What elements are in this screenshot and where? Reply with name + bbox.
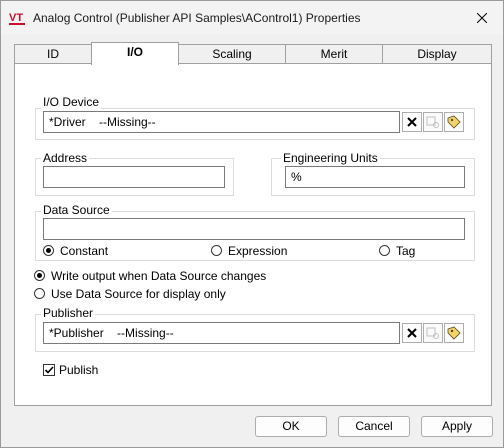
data-source-label: Data Source bbox=[41, 203, 112, 217]
expression-radio-label: Expression bbox=[228, 244, 288, 258]
data-source-field[interactable] bbox=[43, 218, 465, 240]
display-only-radio[interactable] bbox=[34, 288, 45, 299]
publish-checkbox-label: Publish bbox=[59, 363, 99, 377]
title-bar: VT Analog Control (Publisher API Samples… bbox=[1, 1, 503, 35]
io-device-tag-browser-button[interactable] bbox=[423, 112, 443, 132]
clear-publisher-button[interactable] bbox=[402, 323, 422, 343]
svg-text:VT: VT bbox=[9, 12, 23, 24]
tab-merit[interactable]: Merit bbox=[285, 44, 383, 64]
tag-radio-label: Tag bbox=[396, 244, 416, 258]
address-field[interactable] bbox=[43, 166, 225, 188]
tab-id[interactable]: ID bbox=[14, 44, 92, 64]
apply-button[interactable]: Apply bbox=[421, 416, 493, 437]
io-device-select-button[interactable] bbox=[444, 112, 464, 132]
publisher-label: Publisher bbox=[41, 306, 96, 320]
clear-x-icon bbox=[407, 117, 417, 127]
tag-browse-disabled-icon bbox=[426, 116, 439, 128]
expression-radio[interactable] bbox=[211, 245, 222, 256]
ok-button[interactable]: OK bbox=[255, 416, 327, 437]
io-device-field[interactable]: *Driver --Missing-- bbox=[43, 111, 400, 133]
publisher-select-button[interactable] bbox=[444, 323, 464, 343]
write-output-radio[interactable] bbox=[34, 270, 45, 281]
checkmark-icon bbox=[44, 366, 54, 374]
engineering-units-field[interactable]: % bbox=[285, 166, 465, 188]
tab-scaling[interactable]: Scaling bbox=[178, 44, 286, 64]
constant-radio-label: Constant bbox=[60, 244, 109, 258]
publish-checkbox[interactable] bbox=[43, 364, 55, 376]
vtscada-logo-icon: VT bbox=[9, 10, 27, 26]
tag-browse-disabled-icon bbox=[426, 327, 439, 339]
tab-strip: ID I/O Scaling Merit Display bbox=[14, 42, 492, 65]
tab-display[interactable]: Display bbox=[382, 44, 492, 64]
io-tab-panel: I/O Device *Driver --Missing-- Address E… bbox=[14, 63, 492, 406]
close-icon bbox=[477, 13, 487, 23]
clear-io-device-button[interactable] bbox=[402, 112, 422, 132]
io-device-label: I/O Device bbox=[41, 95, 102, 109]
write-output-radio-label: Write output when Data Source changes bbox=[51, 269, 267, 283]
tag-radio[interactable] bbox=[379, 245, 390, 256]
tag-select-icon bbox=[447, 115, 461, 129]
publisher-tag-browser-button[interactable] bbox=[423, 323, 443, 343]
address-label: Address bbox=[41, 151, 90, 165]
close-button[interactable] bbox=[471, 7, 493, 29]
properties-dialog: VT Analog Control (Publisher API Samples… bbox=[0, 0, 504, 448]
display-only-radio-label: Use Data Source for display only bbox=[51, 287, 226, 301]
clear-x-icon bbox=[407, 328, 417, 338]
engineering-units-label: Engineering Units bbox=[281, 151, 380, 165]
constant-radio[interactable] bbox=[43, 245, 54, 256]
cancel-button[interactable]: Cancel bbox=[338, 416, 410, 437]
tag-select-icon bbox=[447, 326, 461, 340]
publisher-field[interactable]: *Publisher --Missing-- bbox=[43, 322, 400, 344]
window-title: Analog Control (Publisher API Samples\AC… bbox=[33, 11, 361, 25]
tab-io[interactable]: I/O bbox=[91, 42, 179, 65]
